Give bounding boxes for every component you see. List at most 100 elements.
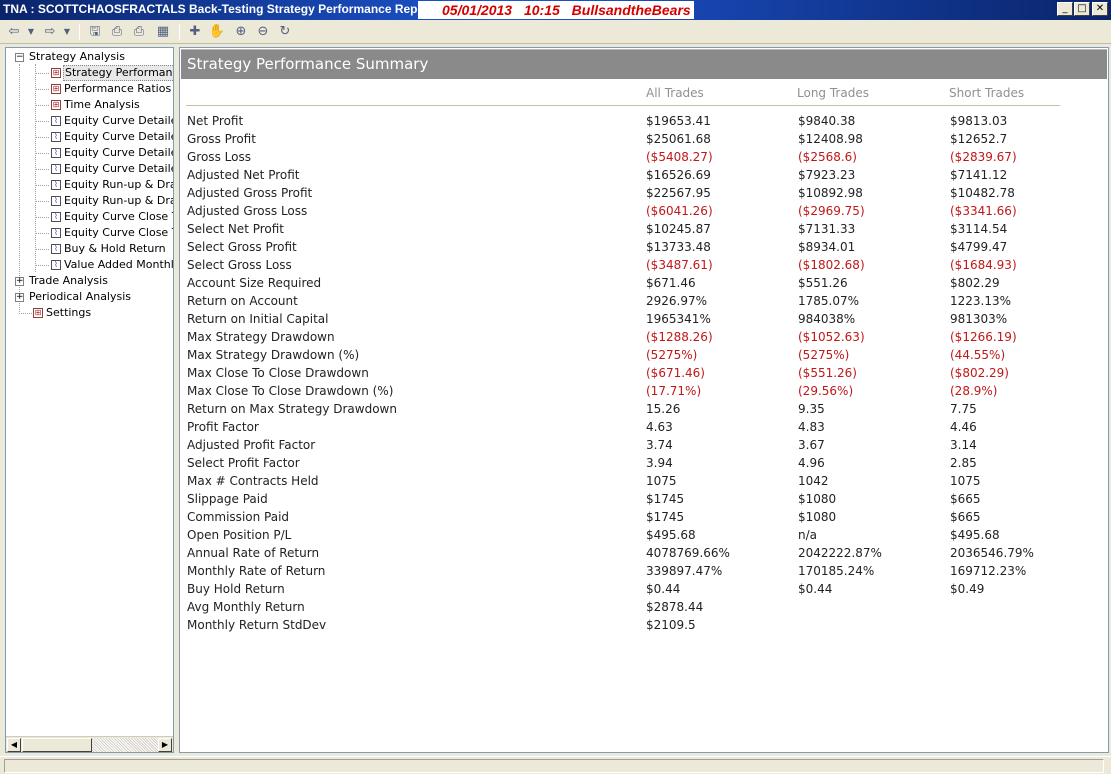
forward-button[interactable]: ⇨	[42, 23, 58, 41]
tree-item-equity-runup-drawdown[interactable]: ⌇ Equity Run-up & Drawdown	[6, 177, 173, 193]
close-icon: ✕	[1095, 3, 1105, 14]
reset-zoom-button[interactable]: ↻	[276, 23, 294, 41]
zoom-out-icon: ⊖	[257, 24, 269, 39]
table-row: Max # Contracts Held 1075 1042 1075	[180, 474, 1108, 492]
maximize-icon: □	[1077, 3, 1087, 14]
cell-short-trades: $10482.78	[950, 186, 1015, 200]
grid-icon: ⊞	[51, 100, 61, 110]
cell-all-trades: $0.44	[646, 582, 681, 596]
cell-short-trades: $802.29	[950, 276, 1000, 290]
cell-long-trades: 984038%	[798, 312, 856, 326]
table-row: Return on Max Strategy Drawdown 15.26 9.35…	[180, 402, 1108, 420]
cell-all-trades: ($3487.61)	[646, 258, 713, 272]
expand-icon[interactable]: +	[15, 293, 24, 302]
title-banner: 05/01/2013 10:15 BullsandtheBears	[418, 1, 694, 19]
cell-all-trades: $2878.44	[646, 600, 704, 614]
pan-button[interactable]: ✋	[208, 23, 226, 41]
cell-all-trades: ($1288.26)	[646, 330, 713, 344]
row-label: Slippage Paid	[187, 492, 268, 506]
crosshair-button[interactable]: ✚	[186, 23, 204, 41]
tree-item-strategy-performance[interactable]: ⊞ Strategy Performance	[6, 65, 173, 81]
zoom-out-button[interactable]: ⊖	[254, 23, 272, 41]
status-pane	[4, 759, 1104, 773]
cell-long-trades: $551.26	[798, 276, 848, 290]
cell-long-trades: $8934.01	[798, 240, 856, 254]
tree-item-value-added-monthly-index[interactable]: ⌇ Value Added Monthly Index	[6, 257, 173, 273]
tree-item-equity-runup-drawdown[interactable]: ⌇ Equity Run-up & Drawdown	[6, 193, 173, 209]
maximize-button[interactable]: □	[1074, 2, 1090, 16]
row-label: Monthly Rate of Return	[187, 564, 326, 578]
tree-item-equity-curve-detailed[interactable]: ⌇ Equity Curve Detailed	[6, 161, 173, 177]
status-bar	[0, 756, 1111, 774]
chart-icon: ⌇	[51, 164, 61, 174]
cell-short-trades: $9813.03	[950, 114, 1008, 128]
print-button[interactable]: ⎙	[130, 23, 148, 41]
tree-item-equity-curve-detailed[interactable]: ⌇ Equity Curve Detailed	[6, 145, 173, 161]
row-label: Max Strategy Drawdown	[187, 330, 335, 344]
cell-long-trades: ($2568.6)	[798, 150, 857, 164]
cell-long-trades: n/a	[798, 528, 818, 542]
table-row: Avg Monthly Return $2878.44	[180, 600, 1108, 618]
scroll-left-button[interactable]: ◀	[7, 738, 21, 752]
row-label: Select Profit Factor	[187, 456, 300, 470]
expand-icon[interactable]: +	[15, 277, 24, 286]
cell-long-trades: ($1052.63)	[798, 330, 865, 344]
row-label: Return on Account	[187, 294, 298, 308]
close-button[interactable]: ✕	[1092, 2, 1108, 16]
tree-item-performance-ratios[interactable]: ⊞ Performance Ratios	[6, 81, 173, 97]
tree-node-strategy-analysis[interactable]: − Strategy Analysis	[6, 49, 173, 65]
tree-item-equity-curve-close-to-close[interactable]: ⌇ Equity Curve Close To Close	[6, 209, 173, 225]
scroll-right-button[interactable]: ▶	[158, 738, 172, 752]
forward-dropdown-button[interactable]: ▼	[62, 23, 72, 41]
toolbar: ⇦ ▼ ⇨ ▼ 🖫 ⎙ ⎙ ▦ ✚ ✋ ⊕ ⊖ ↻	[0, 20, 1111, 44]
cell-all-trades: $1745	[646, 510, 685, 524]
column-header-all-trades: All Trades	[646, 86, 704, 100]
tree-item-buy-hold-return[interactable]: ⌇ Buy & Hold Return	[6, 241, 173, 257]
save-button[interactable]: 🖫	[86, 23, 104, 41]
cell-long-trades: 4.83	[798, 420, 825, 434]
table-row: Select Gross Loss ($3487.61) ($1802.68) ($1…	[180, 258, 1108, 276]
tree-node-trade-analysis[interactable]: + Trade Analysis	[6, 273, 173, 289]
tree-item-equity-curve-detailed[interactable]: ⌇ Equity Curve Detailed	[6, 129, 173, 145]
scrollbar-track[interactable]	[92, 738, 158, 752]
toolbar-separator	[79, 24, 80, 40]
export-button[interactable]: ▦	[154, 23, 172, 41]
table-row: Return on Initial Capital 1965341% 984038%…	[180, 312, 1108, 330]
cell-all-trades: (5275%)	[646, 348, 698, 362]
zoom-in-button[interactable]: ⊕	[232, 23, 250, 41]
tree-connector	[35, 185, 49, 186]
row-label: Adjusted Profit Factor	[187, 438, 316, 452]
tree-item-equity-curve-close-to-close[interactable]: ⌇ Equity Curve Close To Close	[6, 225, 173, 241]
tree-item-equity-curve-detailed[interactable]: ⌇ Equity Curve Detailed	[6, 113, 173, 129]
print-preview-button[interactable]: ⎙	[108, 23, 126, 41]
chart-icon: ⌇	[51, 196, 61, 206]
report-panel: Strategy Performance Summary All Trades …	[179, 47, 1109, 753]
cell-short-trades: 4.46	[950, 420, 977, 434]
tree-item-time-analysis[interactable]: ⊞ Time Analysis	[6, 97, 173, 113]
hand-icon: ✋	[208, 24, 226, 39]
minimize-button[interactable]: _	[1057, 2, 1073, 16]
cell-short-trades: 3.14	[950, 438, 977, 452]
table-row: Commission Paid $1745 $1080 $665	[180, 510, 1108, 528]
table-row: Adjusted Profit Factor 3.74 3.67 3.14	[180, 438, 1108, 456]
row-label: Open Position P/L	[187, 528, 292, 542]
tree-node-periodical-analysis[interactable]: + Periodical Analysis	[6, 289, 173, 305]
row-label: Gross Profit	[187, 132, 256, 146]
tree-connector	[35, 121, 49, 122]
back-dropdown-button[interactable]: ▼	[26, 23, 36, 41]
scrollbar-thumb[interactable]	[22, 738, 92, 752]
cell-short-trades: (28.9%)	[950, 384, 998, 398]
tree-horizontal-scrollbar[interactable]: ◀ ▶	[6, 736, 173, 752]
table-row: Max Strategy Drawdown ($1288.26) ($1052.63…	[180, 330, 1108, 348]
cell-all-trades: (17.71%)	[646, 384, 702, 398]
cell-long-trades: 3.67	[798, 438, 825, 452]
grid-icon: ⊞	[51, 68, 61, 78]
cell-all-trades: $10245.87	[646, 222, 711, 236]
cell-long-trades: (29.56%)	[798, 384, 854, 398]
report-header: Strategy Performance Summary	[181, 49, 1107, 79]
collapse-icon[interactable]: −	[15, 53, 24, 62]
cell-all-trades: ($6041.26)	[646, 204, 713, 218]
tree-item-settings[interactable]: ⊞ Settings	[6, 305, 173, 321]
back-button[interactable]: ⇦	[6, 23, 22, 41]
table-icon: ▦	[156, 24, 170, 39]
